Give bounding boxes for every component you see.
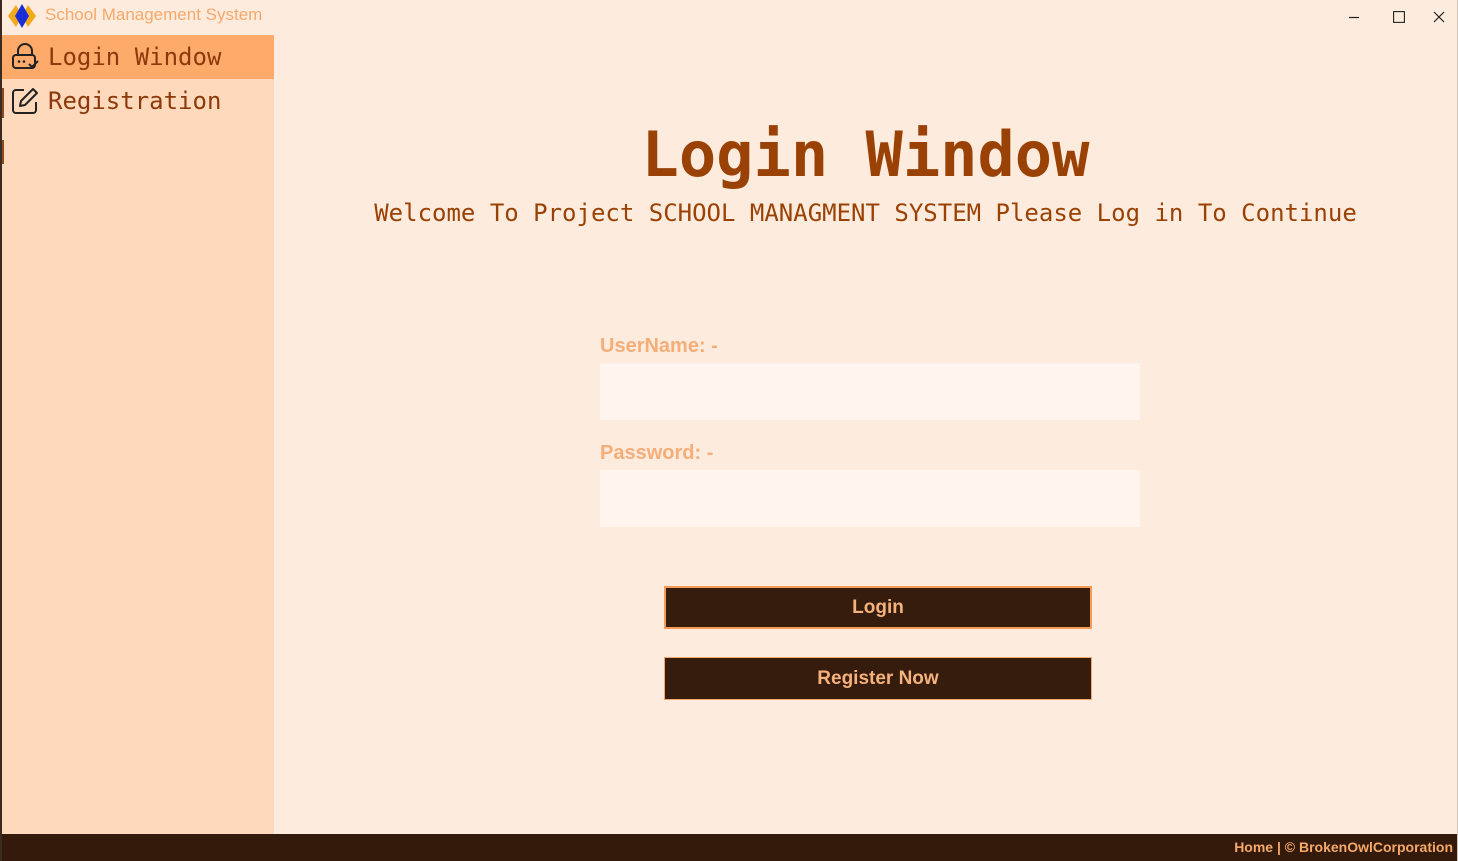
login-button[interactable]: Login: [664, 586, 1092, 629]
maximize-button[interactable]: [1379, 0, 1419, 33]
close-button[interactable]: [1419, 0, 1457, 33]
title-bar[interactable]: School Management System: [2, 0, 1457, 33]
password-input[interactable]: [600, 470, 1140, 527]
window-title: School Management System: [45, 5, 263, 24]
welcome-message: Welcome To Project SCHOOL MANAGMENT SYST…: [374, 199, 1357, 227]
minimize-button[interactable]: [1334, 0, 1374, 33]
sidebar-item-label: Registration: [48, 87, 222, 115]
sidebar: Login Window Registration: [2, 35, 274, 834]
app-window: School Management System Login Window Re…: [0, 0, 1458, 861]
main-content: Login Window Welcome To Project SCHOOL M…: [274, 35, 1457, 834]
edge-decoration: [2, 88, 4, 118]
password-label: Password: -: [600, 442, 714, 464]
username-input[interactable]: [600, 363, 1140, 420]
maximize-icon: [1393, 10, 1405, 23]
sidebar-item-label: Login Window: [48, 43, 222, 71]
register-now-button[interactable]: Register Now: [664, 657, 1092, 700]
username-label: UserName: -: [600, 335, 718, 357]
sidebar-item-login-window[interactable]: Login Window: [2, 35, 274, 79]
page-title: Login Window: [641, 118, 1090, 191]
edge-decoration: [2, 140, 4, 164]
close-icon: [1433, 11, 1445, 22]
minimize-icon: [1349, 16, 1359, 18]
footer-text: Home | © BrokenOwlCorporation: [1234, 839, 1453, 855]
app-logo-icon: [8, 4, 36, 28]
lock-check-icon: [10, 42, 40, 72]
edit-icon: [10, 86, 40, 116]
sidebar-item-registration[interactable]: Registration: [2, 79, 274, 123]
footer: Home | © BrokenOwlCorporation: [2, 834, 1457, 861]
